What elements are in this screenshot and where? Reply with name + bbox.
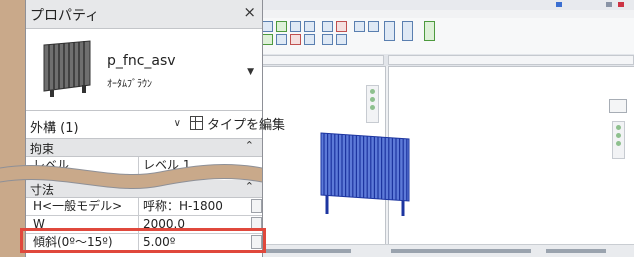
view-tool-icon[interactable] <box>384 21 395 41</box>
property-name: 傾斜(0º〜15º) <box>26 234 139 251</box>
property-value[interactable]: 呼称：H-1800 <box>140 198 262 215</box>
edit-type-icon <box>190 116 203 130</box>
palette-title-bar: プロパティ × <box>26 0 262 29</box>
edit-type-button[interactable]: タイプを編集 <box>190 114 285 134</box>
type-subname: ｵｰﾀﾑﾌﾞﾗｳﾝ <box>107 79 152 90</box>
minimize-icon[interactable] <box>606 2 612 7</box>
split-tool-icon[interactable] <box>322 21 333 32</box>
mirror-tool-icon[interactable] <box>304 21 315 32</box>
element-filter-dropdown[interactable]: 外構 (1) ∨ <box>30 115 183 136</box>
view-tab-plan[interactable] <box>256 55 384 65</box>
collapse-icon[interactable]: ⌃ <box>245 139 254 152</box>
type-selector[interactable]: p_fnc_asv ｵｰﾀﾑﾌﾞﾗｳﾝ ▼ <box>26 29 262 111</box>
property-name: H<一般モデル> <box>26 198 139 215</box>
close-icon[interactable]: × <box>243 3 256 21</box>
palette-cut-separator <box>0 164 262 189</box>
filter-label: 外構 (1) <box>30 121 79 136</box>
view-controls[interactable] <box>261 249 351 253</box>
chevron-down-icon: ∨ <box>173 118 181 129</box>
filter-row: 外構 (1) ∨ タイプを編集 <box>26 111 285 139</box>
property-row-width[interactable]: W 2000.0 <box>26 216 262 234</box>
fence-type-thumbnail <box>32 35 98 99</box>
view-controls[interactable] <box>546 249 606 253</box>
edit-type-label: タイプを編集 <box>207 118 286 133</box>
close-window-icon[interactable] <box>618 2 624 7</box>
fence-3d-model[interactable] <box>317 123 413 216</box>
view-tab-3d[interactable] <box>388 55 634 65</box>
browse-button[interactable] <box>251 199 262 213</box>
navigation-bar[interactable] <box>612 121 625 159</box>
move-tool-icon[interactable] <box>262 34 273 45</box>
properties-palette: プロパティ × p_fnc_asv ｵｰﾀﾑﾌﾞﾗｳﾝ ▼ 外構 (1) ∨ タ… <box>25 0 285 257</box>
pin-tool-icon[interactable] <box>354 21 365 32</box>
trim-tool-icon[interactable] <box>304 34 315 45</box>
browse-button[interactable] <box>251 235 262 249</box>
section-constraints[interactable]: 拘束 ⌃ <box>26 139 262 157</box>
measure-tool-icon[interactable] <box>402 21 413 41</box>
rotate-tool-icon[interactable] <box>290 34 301 45</box>
property-row-height[interactable]: H<一般モデル> 呼称：H-1800 <box>26 198 262 216</box>
navigation-bar[interactable] <box>366 85 379 123</box>
property-name: W <box>26 216 139 233</box>
property-value[interactable]: 5.00º <box>140 234 262 251</box>
view-controls[interactable] <box>391 249 531 253</box>
create-tool-icon[interactable] <box>424 21 435 41</box>
unpin-tool-icon[interactable] <box>368 21 379 32</box>
property-row-slope[interactable]: 傾斜(0º〜15º) 5.00º <box>26 234 262 252</box>
scale-tool-icon[interactable] <box>336 34 347 45</box>
type-name: p_fnc_asv <box>107 53 176 69</box>
3d-view[interactable] <box>388 66 634 245</box>
browse-button[interactable] <box>251 217 262 231</box>
sign-in-icon[interactable] <box>556 2 562 7</box>
palette-title: プロパティ <box>30 8 100 24</box>
align-tool-icon[interactable] <box>276 21 287 32</box>
view-cube-icon[interactable] <box>609 99 627 113</box>
section-label: 拘束 <box>30 142 55 156</box>
offset-tool-icon[interactable] <box>290 21 301 32</box>
triangle-down-icon[interactable]: ▼ <box>247 67 254 77</box>
modify-tool-icon[interactable] <box>262 21 273 32</box>
array-tool-icon[interactable] <box>322 34 333 45</box>
delete-tool-icon[interactable] <box>336 21 347 32</box>
copy-tool-icon[interactable] <box>276 34 287 45</box>
property-value[interactable]: 2000.0 <box>140 216 262 233</box>
